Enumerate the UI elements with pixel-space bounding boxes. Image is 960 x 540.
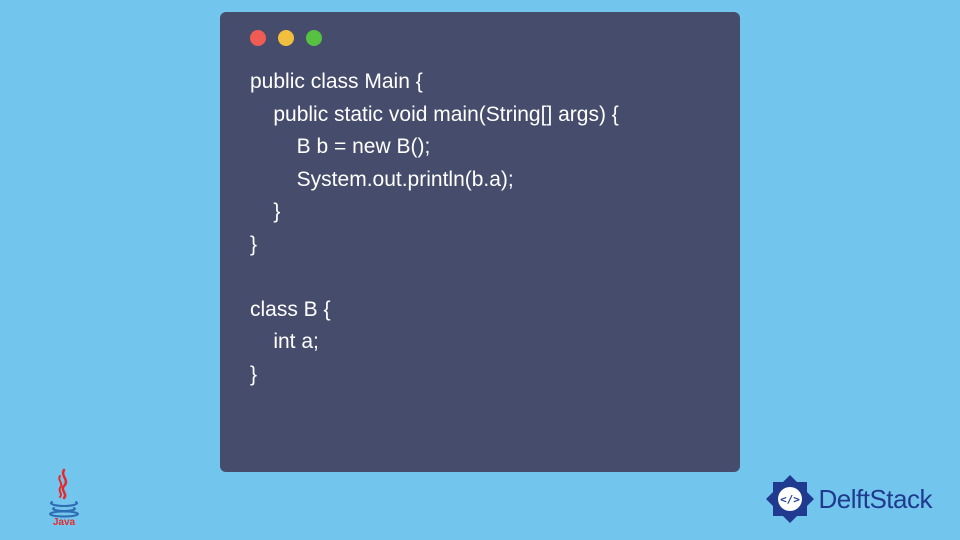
window-controls xyxy=(244,30,716,46)
svg-text:</>: </> xyxy=(780,493,800,506)
code-window: public class Main { public static void m… xyxy=(220,12,740,472)
code-block: public class Main { public static void m… xyxy=(244,66,716,391)
java-logo-icon: Java xyxy=(42,468,86,526)
delftstack-logo-icon: </> xyxy=(763,472,817,526)
delftstack-badge: </> DelftStack xyxy=(763,472,933,526)
maximize-icon xyxy=(306,30,322,46)
delftstack-label: DelftStack xyxy=(819,484,933,515)
minimize-icon xyxy=(278,30,294,46)
close-icon xyxy=(250,30,266,46)
svg-text:Java: Java xyxy=(53,517,76,526)
